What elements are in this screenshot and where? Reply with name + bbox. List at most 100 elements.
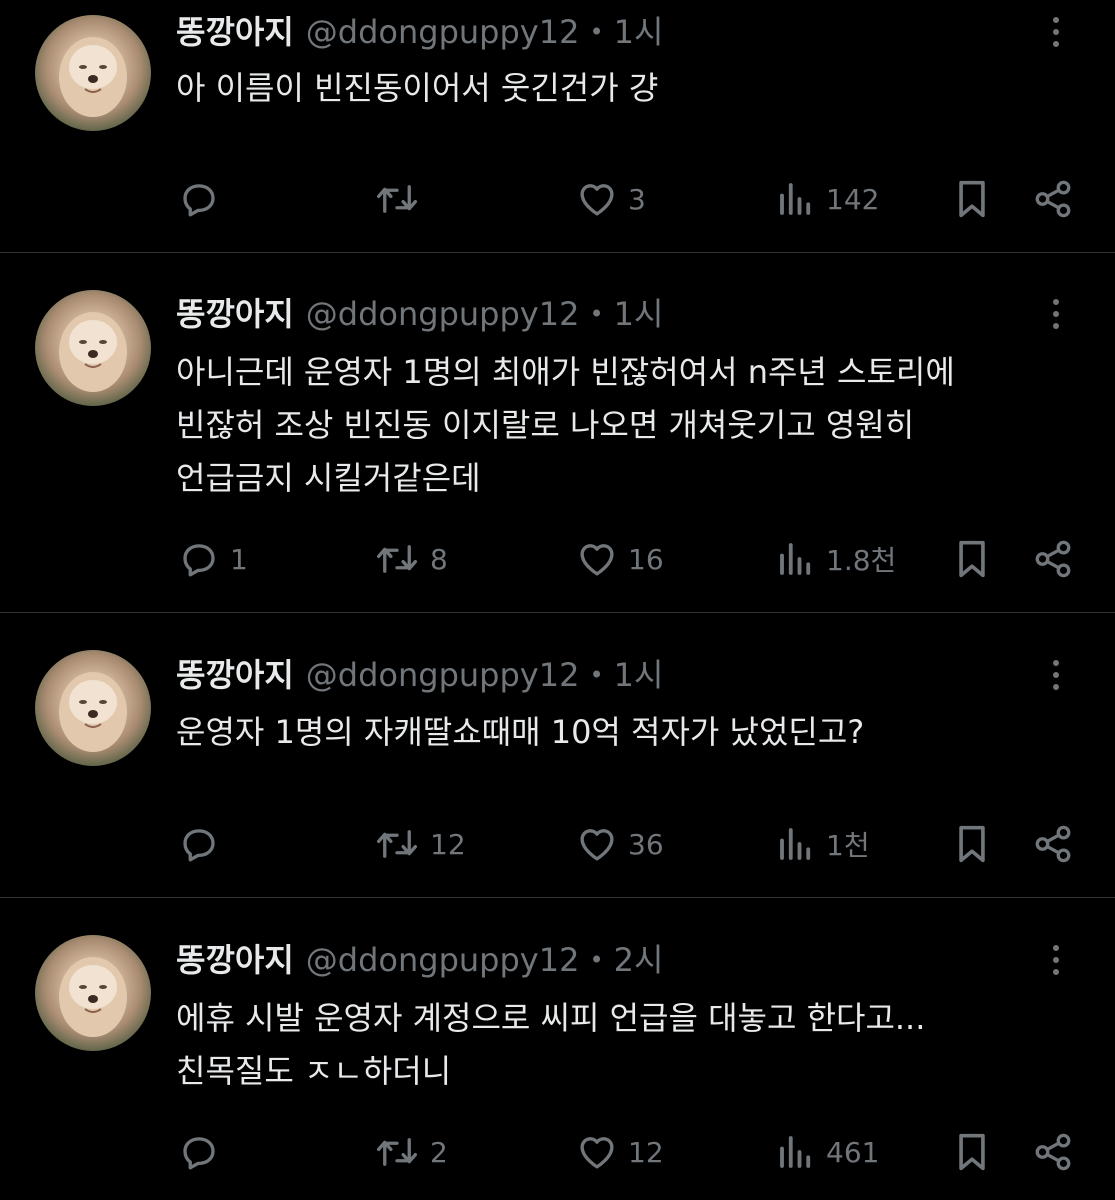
heart-icon — [576, 178, 618, 220]
tweet-text-line: 빈잖허 조상 빈진동 이지랄로 나오면 개쳐웃기고 영원히 — [176, 406, 915, 444]
bookmark-icon — [952, 177, 992, 221]
divider — [0, 252, 1115, 253]
reply-icon — [178, 823, 220, 865]
like-button[interactable]: 12 — [576, 1129, 664, 1175]
views-button[interactable]: 461 — [776, 1129, 879, 1175]
bookmark-button[interactable] — [952, 176, 992, 222]
user-handle[interactable]: @ddongpuppy12 — [306, 294, 580, 334]
bookmark-button[interactable] — [952, 1129, 992, 1175]
views-count: 1천 — [826, 829, 870, 862]
retweet-button[interactable]: 8 — [374, 536, 448, 582]
more-icon[interactable] — [1040, 12, 1072, 52]
views-button[interactable]: 142 — [776, 176, 879, 222]
bookmark-button[interactable] — [952, 536, 992, 582]
share-button[interactable] — [1032, 1129, 1074, 1175]
display-name[interactable]: 똥깡아지 — [176, 940, 294, 980]
bookmark-icon — [952, 822, 992, 866]
tweet-text: 에휴 시발 운영자 계정으로 씨피 언급을 대놓고 한다고... 친목질도 ㅈㄴ… — [176, 992, 1056, 1098]
share-icon — [1032, 823, 1074, 865]
share-icon — [1032, 178, 1074, 220]
reply-icon — [178, 1131, 220, 1173]
share-icon — [1032, 1131, 1074, 1173]
user-handle[interactable]: @ddongpuppy12 — [306, 655, 580, 695]
tweet-text-line: 에휴 시발 운영자 계정으로 씨피 언급을 대놓고 한다고... — [176, 999, 926, 1037]
tweet-text-line: 친목질도 ㅈㄴ하더니 — [176, 1052, 452, 1090]
views-icon — [776, 1131, 816, 1173]
separator-dot: • — [589, 661, 604, 689]
share-button[interactable] — [1032, 536, 1074, 582]
share-button[interactable] — [1032, 176, 1074, 222]
bookmark-button[interactable] — [952, 821, 992, 867]
bookmark-icon — [952, 537, 992, 581]
timestamp[interactable]: 2시 — [614, 940, 664, 980]
avatar[interactable] — [35, 935, 151, 1051]
share-button[interactable] — [1032, 821, 1074, 867]
heart-icon — [576, 823, 618, 865]
retweet-button[interactable]: 2 — [374, 1129, 448, 1175]
share-icon — [1032, 538, 1074, 580]
retweet-button[interactable]: 12 — [374, 821, 466, 867]
divider — [0, 897, 1115, 898]
timestamp[interactable]: 1시 — [614, 12, 664, 52]
reply-icon — [178, 538, 220, 580]
views-count: 1.8천 — [826, 544, 897, 577]
action-bar: 2 12 461 — [0, 1129, 1115, 1175]
timestamp[interactable]: 1시 — [614, 294, 664, 334]
tweet-text: 운영자 1명의 자캐딸쇼때매 10억 적자가 났었딘고? — [176, 706, 1056, 759]
bookmark-icon — [952, 1130, 992, 1174]
display-name[interactable]: 똥깡아지 — [176, 294, 294, 334]
action-bar: 1 8 16 1.8천 — [0, 536, 1115, 582]
views-count: 461 — [826, 1135, 880, 1169]
retweet-button[interactable] — [374, 176, 430, 222]
like-count: 36 — [628, 827, 664, 861]
divider — [0, 612, 1115, 613]
retweet-icon — [374, 178, 420, 220]
timestamp[interactable]: 1시 — [614, 655, 664, 695]
more-icon[interactable] — [1040, 940, 1072, 980]
more-icon[interactable] — [1040, 294, 1072, 334]
user-handle[interactable]: @ddongpuppy12 — [306, 940, 580, 980]
tweet-text: 아니근데 운영자 1명의 최애가 빈잖허여서 n주년 스토리에 빈잖허 조상 빈… — [176, 346, 1056, 505]
action-bar: 12 36 1천 — [0, 821, 1115, 867]
retweet-icon — [374, 1131, 420, 1173]
views-icon — [776, 538, 816, 580]
tweet-text-line: 언급금지 시킬거같은데 — [176, 459, 481, 497]
like-count: 12 — [628, 1135, 664, 1169]
separator-dot: • — [589, 300, 604, 328]
tweet-text-line: 운영자 1명의 자캐딸쇼때매 10억 적자가 났었딘고? — [176, 713, 865, 751]
views-icon — [776, 823, 816, 865]
views-count: 142 — [826, 182, 880, 216]
tweet-text-line: 아 이름이 빈진동이어서 웃긴건가 걍 — [176, 69, 659, 107]
tweet-text: 아 이름이 빈진동이어서 웃긴건가 걍 — [176, 62, 1056, 115]
reply-button[interactable] — [178, 821, 230, 867]
like-count: 16 — [628, 542, 664, 576]
retweet-count: 12 — [430, 827, 466, 861]
views-button[interactable]: 1천 — [776, 821, 870, 867]
avatar[interactable] — [35, 15, 151, 131]
retweet-count: 8 — [430, 542, 448, 576]
heart-icon — [576, 1131, 618, 1173]
retweet-count: 2 — [430, 1135, 448, 1169]
tweet-text-line: 아니근데 운영자 1명의 최애가 빈잖허여서 n주년 스토리에 — [176, 353, 955, 391]
retweet-icon — [374, 538, 420, 580]
like-count: 3 — [628, 182, 646, 216]
action-bar: 3 142 — [0, 176, 1115, 222]
separator-dot: • — [589, 946, 604, 974]
more-icon[interactable] — [1040, 655, 1072, 695]
separator-dot: • — [589, 18, 604, 46]
like-button[interactable]: 3 — [576, 176, 646, 222]
reply-icon — [178, 178, 220, 220]
views-icon — [776, 178, 816, 220]
reply-button[interactable] — [178, 176, 230, 222]
reply-button[interactable]: 1 — [178, 536, 248, 582]
user-handle[interactable]: @ddongpuppy12 — [306, 12, 580, 52]
reply-button[interactable] — [178, 1129, 230, 1175]
display-name[interactable]: 똥깡아지 — [176, 655, 294, 695]
reply-count: 1 — [230, 542, 248, 576]
avatar[interactable] — [35, 650, 151, 766]
avatar[interactable] — [35, 290, 151, 406]
like-button[interactable]: 36 — [576, 821, 664, 867]
like-button[interactable]: 16 — [576, 536, 664, 582]
views-button[interactable]: 1.8천 — [776, 536, 896, 582]
display-name[interactable]: 똥깡아지 — [176, 12, 294, 52]
